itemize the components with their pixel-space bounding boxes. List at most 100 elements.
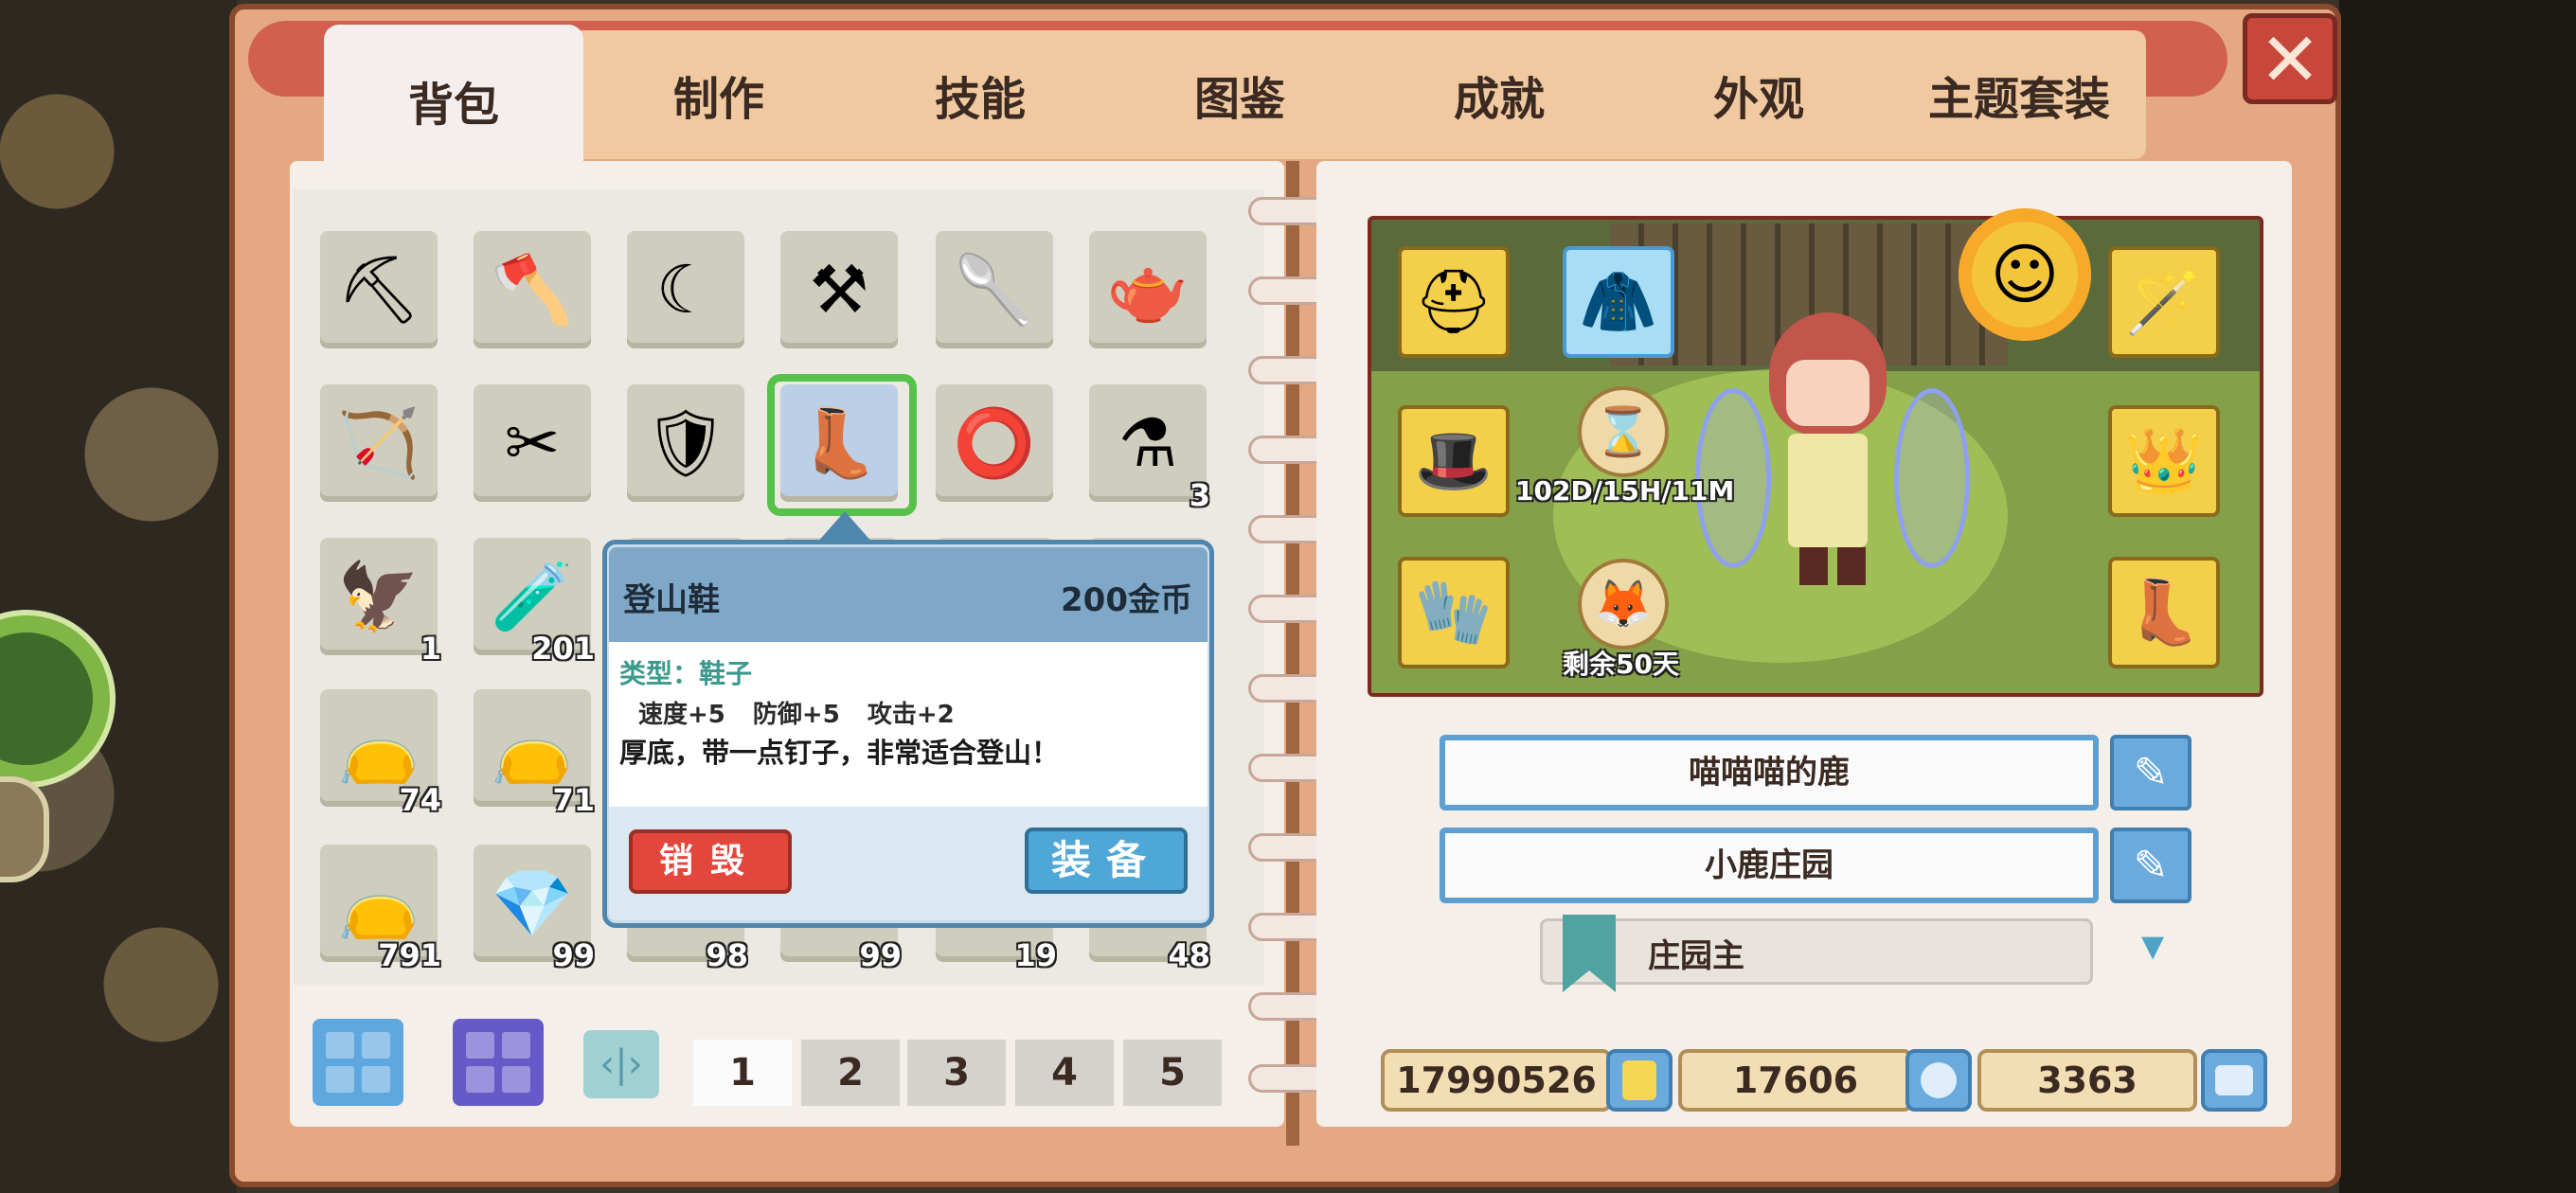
inventory-slot[interactable]: 🛡 [627, 384, 744, 502]
inventory-slot[interactable]: 🫖 [1089, 231, 1207, 348]
inventory-slot[interactable]: 👝 71 [474, 689, 595, 818]
item-name: 登山鞋 [623, 581, 720, 619]
player-title: 庄园主 [1648, 937, 1744, 975]
item-count: 19 [1014, 937, 1057, 973]
inventory-slot[interactable]: 💎 99 [474, 845, 595, 973]
helmet-slot-icon[interactable]: ⛑ [1398, 246, 1510, 358]
pet-icon: 🦊 [1578, 559, 1669, 650]
title-selector[interactable] [1540, 918, 2093, 985]
inventory-slot[interactable]: 👝 74 [320, 689, 441, 818]
inventory-slot[interactable]: ✂ [474, 384, 591, 502]
page-button-2[interactable]: 2 [801, 1040, 900, 1106]
game-background [0, 0, 237, 1193]
inventory-slot[interactable]: 👝 791 [320, 845, 441, 973]
item-stats: 速度+5 防御+5 攻击+2 [638, 701, 955, 729]
inventory-slot[interactable]: ⚗ 3 [1089, 384, 1210, 513]
item-count: 99 [859, 937, 902, 973]
inventory-slot[interactable]: ☾ [627, 231, 744, 348]
page-button-3[interactable]: 3 [907, 1040, 1006, 1106]
edit-name-pencil-icon[interactable]: ✎ [2110, 735, 2191, 810]
gloves-slot-icon[interactable]: 🧤 [1398, 557, 1510, 668]
right-wing [1894, 388, 1970, 568]
tab-appearance[interactable]: 外观 [1633, 30, 1885, 159]
character-leg [1799, 547, 1828, 585]
tab-collection[interactable]: 图鉴 [1114, 30, 1366, 159]
character-leg [1837, 547, 1866, 585]
sun-face-icon[interactable]: ☺ [1959, 208, 2091, 341]
tab-achievements[interactable]: 成就 [1373, 30, 1625, 159]
item-type: 类型：鞋子 [619, 658, 753, 689]
inventory-slot[interactable]: ⛏ [320, 231, 438, 348]
character-outfit [1788, 434, 1868, 547]
character-avatar [1695, 294, 1970, 596]
item-count: 99 [552, 937, 595, 973]
item-count: 1 [420, 631, 441, 667]
scissors-icon: ✂ [504, 404, 561, 482]
inventory-slot[interactable]: 🧪 201 [474, 538, 595, 667]
sort-button[interactable] [453, 1019, 544, 1106]
close-button[interactable]: ✕ [2243, 13, 2337, 104]
tab-skills[interactable]: 技能 [854, 30, 1106, 159]
item-description: 厚底，带一点钉子，非常适合登山！ [619, 737, 1060, 769]
selected-slot-highlight [767, 374, 917, 516]
outfit-slot-icon[interactable]: 🧥 [1563, 246, 1674, 358]
ticket-count: 3363 [1977, 1049, 2197, 1112]
armor-icon: 🛡 [643, 404, 728, 482]
inventory-slot[interactable]: ⭕ [936, 384, 1053, 502]
teapot-icon: 🫖 [1106, 251, 1190, 329]
item-count: 201 [531, 631, 595, 667]
edit-farm-pencil-icon[interactable]: ✎ [2110, 828, 2191, 903]
inventory-slot[interactable]: 🏹 [320, 384, 438, 502]
sickle-icon: ☾ [655, 251, 716, 329]
pickaxe-icon: ⛏ [336, 251, 421, 329]
equip-button[interactable]: 装备 [1025, 828, 1188, 894]
inventory-slot[interactable]: 🥄 [936, 231, 1053, 348]
game-background-right [2339, 0, 2576, 1193]
tab-backpack[interactable]: 背包 [324, 25, 583, 176]
item-count: 74 [399, 782, 441, 818]
item-price: 200金币 [1061, 581, 1192, 619]
gold-coin-icon[interactable] [1606, 1049, 1673, 1112]
player-name-field[interactable]: 喵喵喵的鹿 [1440, 735, 2099, 810]
crown-slot-icon[interactable]: 👑 [2108, 405, 2220, 517]
remaining-days-label: 剩余50天 [1563, 649, 1679, 680]
diamond-icon[interactable] [1905, 1049, 1972, 1112]
hoe-icon: ⚒ [809, 251, 869, 329]
destroy-button[interactable]: 销毁 [629, 829, 792, 894]
character-face [1786, 360, 1869, 426]
gold-count: 17990526 [1381, 1049, 1612, 1112]
expand-arrows-icon[interactable]: ‹|› [583, 1030, 659, 1098]
item-count: 98 [706, 937, 748, 973]
tab-crafting[interactable]: 制作 [591, 30, 847, 159]
timer-label: 102D/15H/11M [1515, 475, 1735, 507]
page-button-1[interactable]: 1 [693, 1040, 792, 1106]
sort-grid-icon [466, 1032, 530, 1093]
chevron-down-icon[interactable]: ▾ [2121, 922, 2184, 971]
shovel-icon: 🥄 [953, 251, 1036, 329]
item-count: 71 [552, 782, 595, 818]
ticket-icon[interactable] [2201, 1049, 2267, 1112]
bow-icon: 🏹 [337, 404, 420, 482]
item-count: 48 [1168, 937, 1210, 973]
inventory-slot[interactable]: 🪓 [474, 231, 591, 348]
item-count: 791 [378, 937, 441, 973]
tab-theme-sets[interactable]: 主题套装 [1892, 30, 2146, 159]
page-button-4[interactable]: 4 [1015, 1040, 1114, 1106]
hourglass-icon: ⌛ [1578, 386, 1669, 477]
tooltip-pointer [816, 511, 873, 543]
wand-slot-icon[interactable]: 🪄 [2108, 246, 2220, 358]
hat-slot-icon[interactable]: 🎩 [1398, 405, 1510, 517]
tab-bar: 背包 制作 技能 图鉴 成就 外观 主题套装 [324, 25, 2146, 176]
grid-view-button[interactable] [313, 1019, 403, 1106]
farm-name-field[interactable]: 小鹿庄园 [1440, 828, 2099, 903]
diamond-count: 17606 [1678, 1049, 1913, 1112]
item-count: 3 [1189, 477, 1210, 513]
page-button-5[interactable]: 5 [1123, 1040, 1222, 1106]
inventory-slot[interactable]: 🦅 1 [320, 538, 441, 667]
axe-icon: 🪓 [491, 251, 574, 329]
inventory-slot[interactable]: ⚒ [780, 231, 898, 348]
boots-slot-icon[interactable]: 👢 [2108, 557, 2220, 668]
grid-icon [326, 1032, 390, 1093]
ring-icon: ⭕ [953, 404, 1036, 482]
side-button[interactable] [0, 776, 49, 882]
